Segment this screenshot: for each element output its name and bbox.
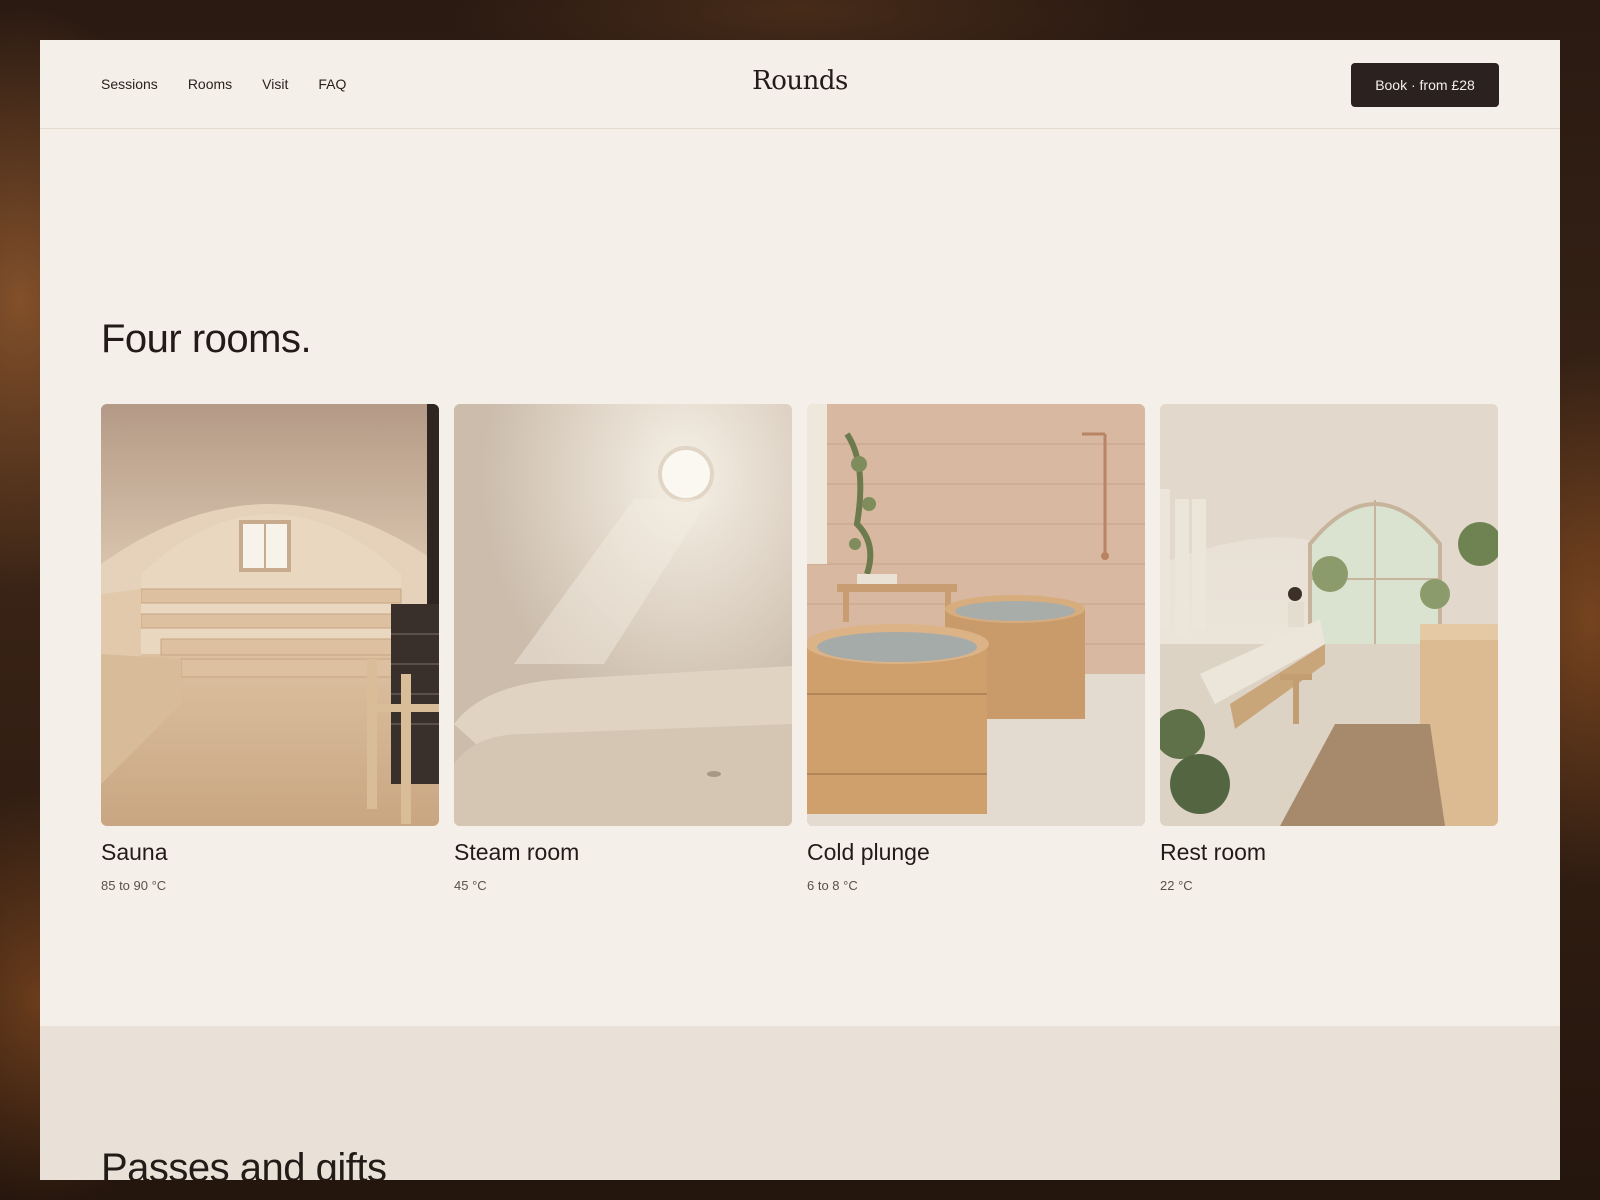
room-card-sauna[interactable]: Sauna 85 to 90 °C: [101, 404, 439, 893]
room-card-steam-room[interactable]: Steam room 45 °C: [454, 404, 792, 893]
nav-link-sessions[interactable]: Sessions: [101, 76, 158, 92]
room-name: Cold plunge: [807, 839, 930, 865]
room-temperature: 45 °C: [454, 878, 487, 893]
room-card-cold-plunge[interactable]: Cold plunge 6 to 8 °C: [807, 404, 1145, 893]
passes-title: Passes and gifts: [101, 1146, 387, 1180]
passes-section: Passes and gifts: [40, 1026, 1560, 1180]
nav-link-faq[interactable]: FAQ: [318, 76, 346, 92]
room-temperature: 85 to 90 °C: [101, 878, 167, 893]
steam-room-photo: [454, 404, 792, 826]
room-card-rest-room[interactable]: Rest room 22 °C: [1160, 404, 1498, 893]
top-nav: Sessions Rooms Visit FAQ Rounds Book · f…: [40, 40, 1560, 129]
rest-room-photo: [1160, 404, 1498, 826]
sauna-photo: [101, 404, 439, 826]
nav-link-visit[interactable]: Visit: [262, 76, 288, 92]
book-button[interactable]: Book · from £28: [1351, 63, 1499, 107]
room-temperature: 6 to 8 °C: [807, 878, 858, 893]
cold-plunge-photo: [807, 404, 1145, 826]
section-title: Four rooms.: [101, 317, 312, 361]
rooms-section: Four rooms. Sauna 85 to 90 °C Steam room…: [40, 129, 1560, 893]
room-name: Sauna: [101, 839, 168, 865]
page-frame: Sessions Rooms Visit FAQ Rounds Book · f…: [40, 40, 1560, 1180]
nav-links: Sessions Rooms Visit FAQ: [101, 76, 346, 92]
room-name: Steam room: [454, 839, 580, 865]
brand-logo[interactable]: Rounds: [752, 66, 848, 96]
room-temperature: 22 °C: [1160, 878, 1193, 893]
room-cards: Sauna 85 to 90 °C Steam room 45 °C Cold …: [101, 404, 1499, 893]
nav-link-rooms[interactable]: Rooms: [188, 76, 232, 92]
room-name: Rest room: [1160, 839, 1267, 865]
